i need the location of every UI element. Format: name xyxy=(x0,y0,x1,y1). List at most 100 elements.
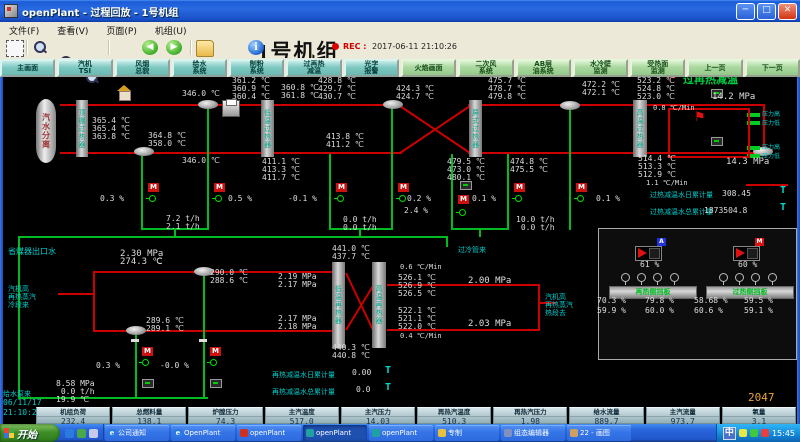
scheme-text: 0.00 xyxy=(352,369,371,377)
menu-item[interactable]: 机组(U) xyxy=(146,24,196,37)
tab-制粉系统[interactable]: 制粉 系统 xyxy=(229,59,284,77)
zoom-full-icon[interactable] xyxy=(32,40,48,55)
tagged-valve[interactable] xyxy=(129,376,141,390)
control-valve[interactable] xyxy=(136,190,148,204)
status-panel[interactable]: 再热汽温度510.3 xyxy=(417,407,491,424)
status-panel[interactable]: 氧量3.1 xyxy=(722,407,796,424)
status-panel[interactable]: 主汽压力14.03 xyxy=(341,407,415,424)
tab-AB层油系统[interactable]: AB层 油系统 xyxy=(516,59,571,77)
status-panel-label: 炉膛压力 xyxy=(189,408,261,417)
ie-icon[interactable] xyxy=(65,429,74,438)
control-valve[interactable] xyxy=(502,190,514,204)
home-icon[interactable] xyxy=(116,85,132,100)
status-panel[interactable]: 炉膛压力74.3 xyxy=(188,407,262,424)
taskbar-task[interactable]: eOpenPlant xyxy=(171,425,235,441)
nav-tabs: 主画面汽机 TSI风烟 总貌给水 系统制粉 系统过再热 减温光字 报警火焰画面二… xyxy=(0,58,800,77)
status-panel[interactable]: 再热汽压力1.98 xyxy=(493,407,567,424)
scheme-text: 2.4 % xyxy=(404,207,428,215)
scheme-text: T xyxy=(385,367,391,375)
scheme-text: 440.3 ℃ 440.8 ℃ xyxy=(332,344,370,360)
scheme-text: 压力高 xyxy=(762,144,780,152)
print-icon[interactable] xyxy=(222,100,240,117)
manual-valve[interactable] xyxy=(565,160,575,171)
taskbar-task[interactable]: openPlant xyxy=(237,425,301,441)
tray-icon[interactable] xyxy=(750,429,758,437)
scheme-text: 361.2 ℃ 360.9 ℃ 360.4 ℃ xyxy=(232,77,270,101)
status-panel-value: 3.1 xyxy=(723,417,795,424)
taskbar-task[interactable]: openPlant xyxy=(303,425,367,441)
tab-水冷壁监测[interactable]: 水冷壁 监测 xyxy=(573,59,628,77)
manual-valve[interactable] xyxy=(137,160,147,171)
scheme-text: 0.1 % xyxy=(596,195,620,203)
tab-上一页[interactable]: 上一页 xyxy=(687,59,742,77)
task-label: 组态编辑器 xyxy=(514,428,549,438)
close-button[interactable]: ✕ xyxy=(778,3,797,20)
tab-过再热减温[interactable]: 过再热 减温 xyxy=(286,59,341,77)
status-panel[interactable]: 主汽温度517.0 xyxy=(265,407,339,424)
scheme-text: 10.0 t/h 0.0 t/h xyxy=(516,216,555,232)
tab-二次风系统[interactable]: 二次风 系统 xyxy=(458,59,513,77)
desktop-icon[interactable] xyxy=(89,429,98,438)
status-panel-value: 232.4 xyxy=(37,417,109,424)
control-valve[interactable] xyxy=(202,190,214,204)
tagged-valve[interactable] xyxy=(197,376,209,390)
valve-actuator-icon xyxy=(215,195,222,202)
scheme-text: 523.2 ℃ 524.8 ℃ 523.0 ℃ xyxy=(637,77,675,101)
control-valve[interactable] xyxy=(129,354,141,368)
tab-给水系统[interactable]: 给水 系统 xyxy=(172,59,227,77)
scheme-text: 59.5 % xyxy=(744,297,773,305)
task-label: 公司通知 xyxy=(118,428,146,438)
maximize-button[interactable]: □ xyxy=(757,3,776,20)
status-panel[interactable]: 总燃料量138.1 xyxy=(112,407,186,424)
indicator-badge: M xyxy=(755,238,764,246)
taskbar-task[interactable]: e公司通知 xyxy=(105,425,169,441)
control-valve[interactable] xyxy=(386,190,398,204)
status-panel[interactable]: 给水流量889.7 xyxy=(569,407,643,424)
info-icon[interactable]: i xyxy=(248,40,264,55)
valve-actuator-icon xyxy=(337,195,344,202)
scheme-text: 0.1 % xyxy=(472,195,496,203)
media-icon[interactable] xyxy=(77,429,86,438)
taskbar-task[interactable]: 组态编辑器 xyxy=(501,425,565,441)
selection-icon[interactable] xyxy=(6,40,24,57)
scheme-text: 413.8 ℃ 411.2 ℃ xyxy=(326,133,364,149)
start-button[interactable]: 开始 xyxy=(0,424,60,442)
valve-actuator-icon xyxy=(142,359,149,366)
scheme-text: 479.5 ℃ 473.0 ℃ 480.1 ℃ xyxy=(447,158,485,182)
forward-icon[interactable]: ▶ xyxy=(166,40,182,55)
isolation-valve[interactable] xyxy=(39,231,53,243)
tab-风烟总貌[interactable]: 风烟 总貌 xyxy=(115,59,170,77)
control-valve[interactable] xyxy=(197,354,209,368)
manual-valve[interactable] xyxy=(387,160,397,171)
menu-item[interactable]: 页面(P) xyxy=(97,24,145,37)
back-icon[interactable]: ◀ xyxy=(142,40,158,55)
ime-indicator[interactable]: 中 xyxy=(723,427,736,440)
status-panel-label: 主汽温度 xyxy=(266,408,338,417)
control-valve[interactable] xyxy=(446,204,458,218)
tab-汽机TSI[interactable]: 汽机 TSI xyxy=(57,59,112,77)
manual-valve[interactable] xyxy=(325,160,335,171)
damper-gauge-icon xyxy=(768,273,777,282)
tab-火焰画面[interactable]: 火焰画面 xyxy=(401,59,456,77)
control-valve[interactable] xyxy=(564,190,576,204)
tray-icon[interactable] xyxy=(761,429,769,437)
tab-受热面监测[interactable]: 受热面 监测 xyxy=(630,59,685,77)
tray-icon[interactable] xyxy=(739,429,747,437)
taskbar-task[interactable]: openPlant xyxy=(369,425,433,441)
status-panel[interactable]: 机组负荷232.4 xyxy=(36,407,110,424)
tagged-valve[interactable] xyxy=(697,86,709,100)
scheme-text: 压力低 xyxy=(762,153,780,161)
menu-item[interactable]: 查看(V) xyxy=(48,24,97,37)
control-valve[interactable] xyxy=(324,190,336,204)
scheme-text: 2.19 MPa 2.17 MPa xyxy=(278,273,317,289)
minimize-button[interactable]: ─ xyxy=(736,3,755,20)
tab-主画面[interactable]: 主画面 xyxy=(0,59,55,77)
tab-下一页[interactable]: 下一页 xyxy=(745,59,800,77)
menu-item[interactable]: 文件(F) xyxy=(0,24,48,37)
taskbar-task[interactable]: 专制 xyxy=(435,425,499,441)
status-panel[interactable]: 主汽流量973.7 xyxy=(646,407,720,424)
tab-光字报警[interactable]: 光字 报警 xyxy=(344,59,399,77)
taskbar-task[interactable]: 22 - 画图 xyxy=(567,425,631,441)
status-strip: 机组负荷232.4总燃料量138.1炉膛压力74.3主汽温度517.0主汽压力1… xyxy=(35,407,797,424)
open-folder-icon[interactable] xyxy=(196,40,214,57)
